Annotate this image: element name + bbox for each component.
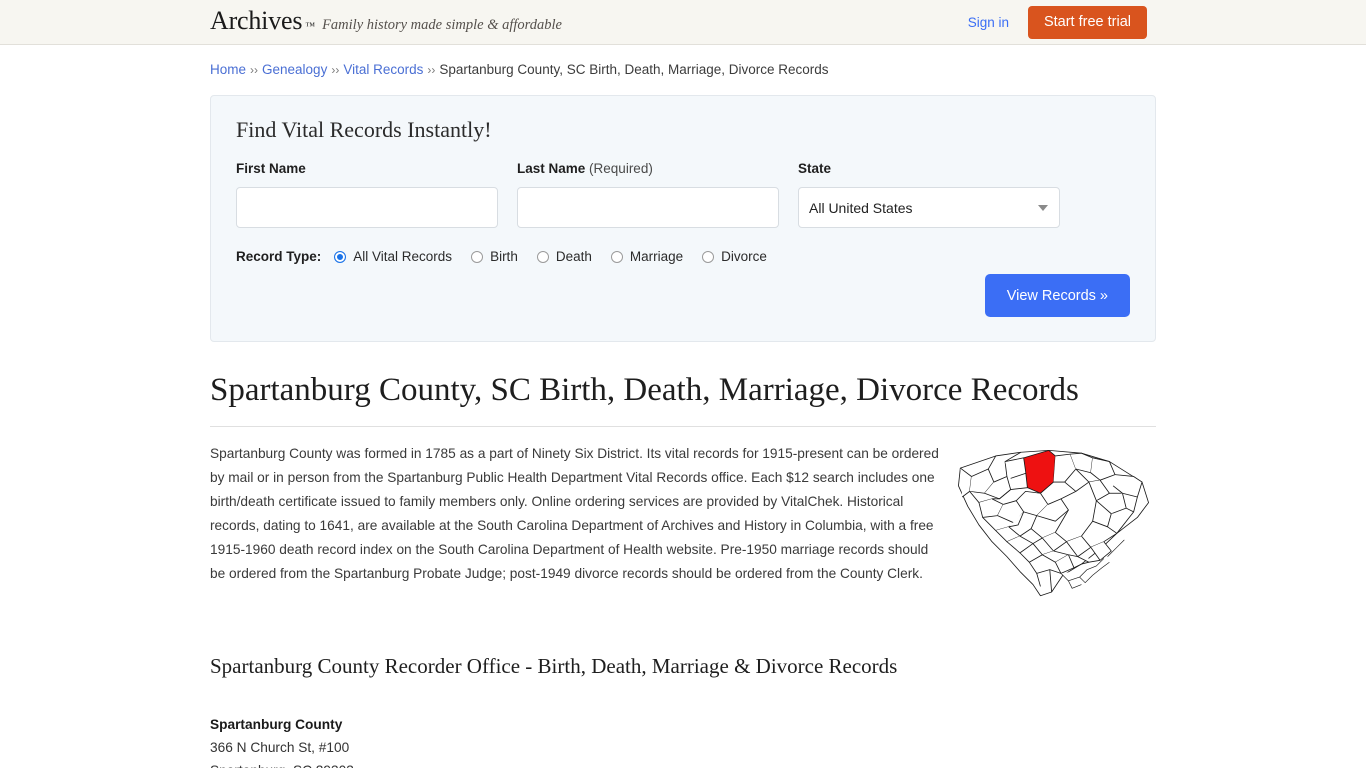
brand-logo[interactable]: Archives™ Family history made simple & a… xyxy=(210,8,562,34)
recorder-office-heading: Spartanburg County Recorder Office - Bir… xyxy=(210,654,1156,679)
site-header: Archives™ Family history made simple & a… xyxy=(0,0,1366,45)
radio-icon-birth[interactable] xyxy=(471,251,483,263)
record-type-label: Record Type: xyxy=(236,249,321,264)
breadcrumb-item-home[interactable]: Home xyxy=(210,62,246,77)
radio-option-birth[interactable]: Birth xyxy=(471,250,518,264)
first-name-input[interactable] xyxy=(236,187,498,228)
radio-label-birth: Birth xyxy=(490,250,518,264)
radio-label-divorce: Divorce xyxy=(721,250,767,264)
page-container: Home ›› Genealogy ›› Vital Records ›› Spartanb… xyxy=(0,45,1366,768)
state-label: State xyxy=(798,162,1060,177)
county-description: Spartanburg County was formed in 1785 as… xyxy=(210,442,941,586)
breadcrumb-item-current: Spartanburg County, SC Birth, Death, Mar… xyxy=(439,62,828,77)
radio-option-death[interactable]: Death xyxy=(537,250,592,264)
radio-option-divorce[interactable]: Divorce xyxy=(702,250,767,264)
submit-row: View Records » xyxy=(985,274,1130,317)
breadcrumb-separator: ›› xyxy=(250,63,258,77)
breadcrumb: Home ›› Genealogy ›› Vital Records ›› Spartanb… xyxy=(210,45,1156,78)
map-icon xyxy=(951,444,1156,604)
trademark-icon: ™ xyxy=(305,21,315,32)
radio-label-marriage: Marriage xyxy=(630,250,683,264)
first-name-label-text: First Name xyxy=(236,161,306,176)
header-actions: Sign in Start free trial xyxy=(968,0,1147,45)
search-fields-row: First Name Last Name (Required) State Al… xyxy=(236,162,1130,228)
last-name-input[interactable] xyxy=(517,187,779,228)
south-carolina-county-map xyxy=(951,442,1156,604)
brand-tagline: Family history made simple & affordable xyxy=(322,18,562,33)
office-address-line-1: 366 N Church St, #100 xyxy=(210,736,1156,759)
radio-icon-death[interactable] xyxy=(537,251,549,263)
state-select-value: All United States xyxy=(809,200,913,216)
breadcrumb-item-genealogy[interactable]: Genealogy xyxy=(262,62,327,77)
radio-option-marriage[interactable]: Marriage xyxy=(611,250,683,264)
last-name-required-note: (Required) xyxy=(589,161,653,176)
radio-option-all-vital-records[interactable]: All Vital Records xyxy=(334,250,452,264)
brand-name: Archives xyxy=(210,8,302,34)
last-name-label-text: Last Name xyxy=(517,161,585,176)
last-name-label: Last Name (Required) xyxy=(517,162,779,177)
start-free-trial-button[interactable]: Start free trial xyxy=(1028,6,1147,39)
search-panel-title: Find Vital Records Instantly! xyxy=(236,118,1130,142)
office-name: Spartanburg County xyxy=(210,713,1156,736)
content-row: Spartanburg County was formed in 1785 as… xyxy=(210,442,1156,604)
radio-icon-all-vital-records[interactable] xyxy=(334,251,346,263)
view-records-button[interactable]: View Records » xyxy=(985,274,1130,317)
state-select-wrapper: All United States xyxy=(798,187,1060,228)
first-name-field-group: First Name xyxy=(236,162,498,228)
radio-label-all-vital-records: All Vital Records xyxy=(353,250,452,264)
breadcrumb-separator: ›› xyxy=(427,63,435,77)
state-field-group: State All United States xyxy=(798,162,1060,228)
radio-icon-divorce[interactable] xyxy=(702,251,714,263)
last-name-field-group: Last Name (Required) xyxy=(517,162,779,228)
first-name-label: First Name xyxy=(236,162,498,177)
record-type-group: Record Type: All Vital Records Birth Dea… xyxy=(236,249,1130,264)
sign-in-link[interactable]: Sign in xyxy=(968,15,1009,30)
office-address-line-2: Spartanburg, SC 29303 xyxy=(210,759,1156,768)
page-title: Spartanburg County, SC Birth, Death, Mar… xyxy=(210,372,1156,427)
radio-icon-marriage[interactable] xyxy=(611,251,623,263)
breadcrumb-item-vital-records[interactable]: Vital Records xyxy=(343,62,423,77)
state-select[interactable]: All United States xyxy=(798,187,1060,228)
radio-label-death: Death xyxy=(556,250,592,264)
recorder-office-details: Spartanburg County 366 N Church St, #100… xyxy=(210,713,1156,768)
breadcrumb-separator: ›› xyxy=(331,63,339,77)
vital-records-search-panel: Find Vital Records Instantly! First Name… xyxy=(210,95,1156,342)
